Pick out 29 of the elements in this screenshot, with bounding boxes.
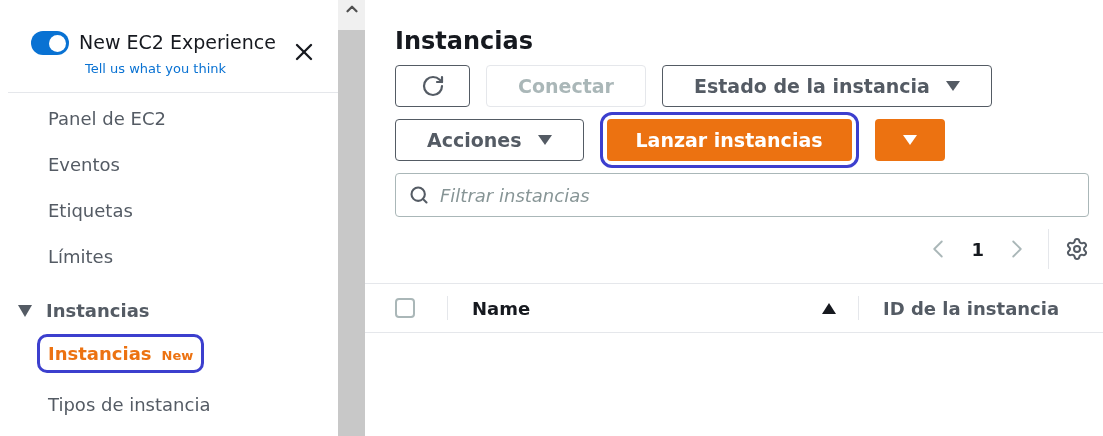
dropdown-button[interactable]: Acciones bbox=[395, 119, 584, 161]
page-number[interactable]: 1 bbox=[971, 235, 984, 263]
caret-icon bbox=[945, 81, 960, 91]
section-header[interactable]: Instancias bbox=[0, 297, 338, 324]
sidebar-item[interactable]: Límites bbox=[48, 243, 338, 269]
column-header[interactable]: ID de la instancia bbox=[883, 294, 1060, 322]
toggle-switch[interactable] bbox=[31, 31, 69, 55]
new-label: New bbox=[161, 347, 194, 365]
sidebar-item[interactable]: Tipos de instancia bbox=[48, 391, 211, 418]
page-title: Instancias bbox=[395, 26, 534, 56]
search-icon bbox=[409, 185, 429, 205]
sidebar-item[interactable]: Etiquetas bbox=[48, 197, 338, 223]
column-header[interactable]: Name bbox=[472, 294, 531, 322]
search-field[interactable]: Filtrar instancias bbox=[395, 173, 1089, 217]
caret-icon bbox=[18, 304, 32, 317]
feedback-link[interactable]: Tell us what you think bbox=[85, 58, 276, 78]
refresh-icon bbox=[420, 74, 445, 98]
banner-title: New EC2 Experience bbox=[79, 30, 276, 55]
refresh-button[interactable] bbox=[395, 65, 470, 107]
sidebar-item[interactable]: Eventos bbox=[48, 151, 338, 177]
caret-icon bbox=[537, 135, 552, 145]
dropdown-button[interactable]: Estado de la instancia bbox=[661, 65, 992, 107]
caret-icon bbox=[902, 135, 917, 145]
sort-icon[interactable] bbox=[822, 302, 836, 314]
dropdown-button[interactable] bbox=[874, 119, 945, 161]
checkbox[interactable] bbox=[395, 298, 415, 318]
settings-icon[interactable] bbox=[1065, 237, 1089, 261]
sidebar-item[interactable]: Panel de EC2 bbox=[48, 105, 338, 131]
scrollbar[interactable] bbox=[338, 0, 365, 436]
